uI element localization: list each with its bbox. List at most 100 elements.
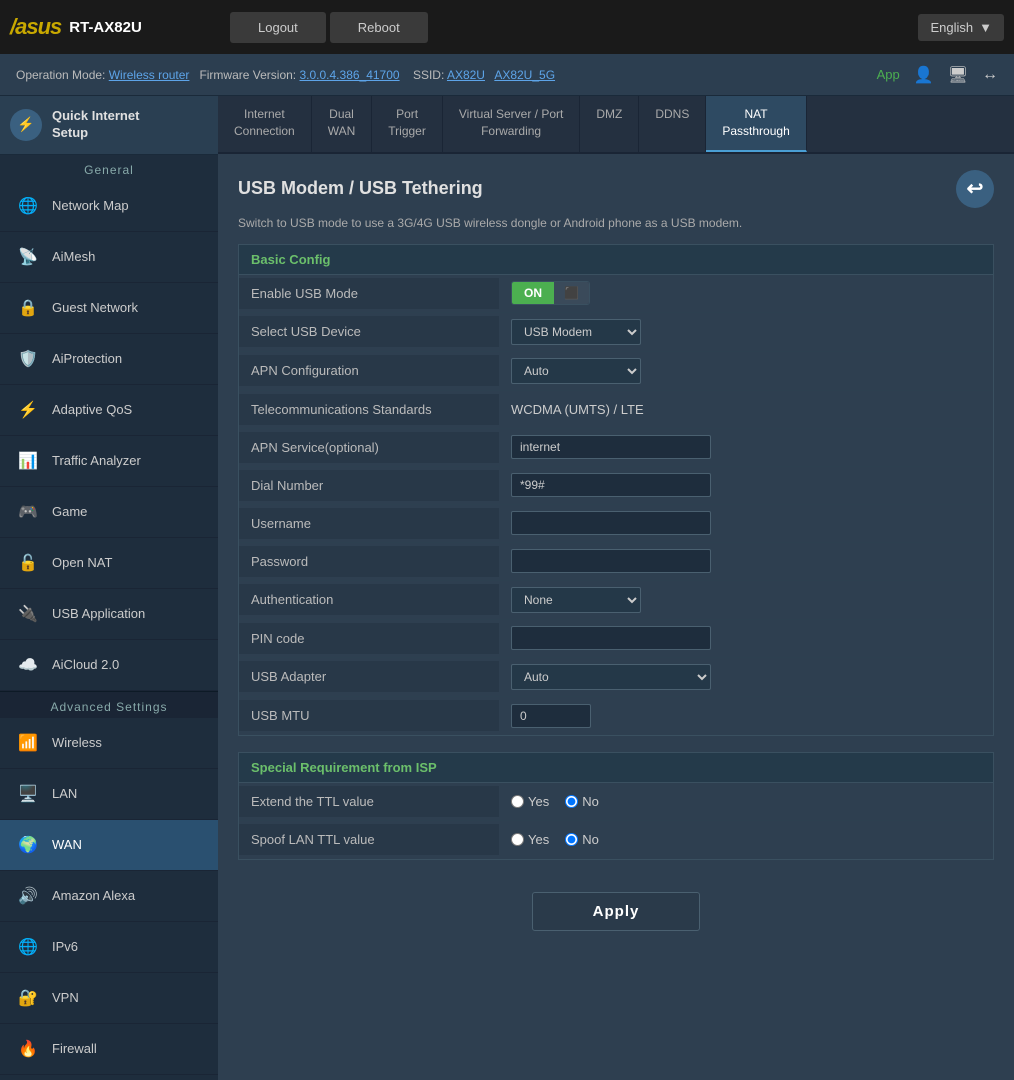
apn-service-value xyxy=(499,429,993,465)
apn-config-dropdown[interactable]: Auto Manual xyxy=(511,358,641,384)
username-value xyxy=(499,505,993,541)
sidebar-item-traffic-analyzer[interactable]: 📊 Traffic Analyzer xyxy=(0,436,218,487)
sidebar-item-wan[interactable]: 🌍 WAN xyxy=(0,820,218,871)
select-usb-device-dropdown[interactable]: USB Modem Android Phone xyxy=(511,319,641,345)
usb-adapter-dropdown[interactable]: Auto xyxy=(511,664,711,690)
sidebar-item-quick-setup[interactable]: ⚡ Quick InternetSetup xyxy=(0,96,218,155)
game-icon: 🎮 xyxy=(14,498,42,526)
sidebar-item-network-map[interactable]: 🌐 Network Map xyxy=(0,181,218,232)
sidebar-item-usb-application[interactable]: 🔌 USB Application xyxy=(0,589,218,640)
tab-ddns[interactable]: DDNS xyxy=(639,96,706,152)
sidebar-item-open-nat[interactable]: 🔓 Open NAT xyxy=(0,538,218,589)
spoof-lan-ttl-no-radio[interactable] xyxy=(565,833,578,846)
apply-button[interactable]: Apply xyxy=(532,892,701,931)
operation-mode-label: Operation Mode: xyxy=(16,68,105,82)
enable-usb-mode-label: Enable USB Mode xyxy=(239,278,499,309)
tab-virtual-server[interactable]: Virtual Server / PortForwarding xyxy=(443,96,580,152)
tab-dmz[interactable]: DMZ xyxy=(580,96,639,152)
basic-config-title: Basic Config xyxy=(239,245,993,275)
usb-mtu-input[interactable] xyxy=(511,704,591,728)
usb-adapter-row: USB Adapter Auto xyxy=(239,658,993,697)
back-button[interactable]: ↩ xyxy=(956,170,994,208)
sidebar-item-aimesh[interactable]: 📡 AiMesh xyxy=(0,232,218,283)
sidebar-item-firewall[interactable]: 🔥 Firewall xyxy=(0,1024,218,1075)
sidebar-item-wireless[interactable]: 📶 Wireless xyxy=(0,718,218,769)
sidebar-item-administration[interactable]: ⚙️ Administration xyxy=(0,1075,218,1080)
firmware-value[interactable]: 3.0.0.4.386_41700 xyxy=(299,68,399,82)
tab-dual-wan[interactable]: DualWAN xyxy=(312,96,373,152)
extend-ttl-yes-text: Yes xyxy=(528,794,549,809)
spoof-lan-ttl-no-label[interactable]: No xyxy=(565,832,599,847)
sidebar-item-aicloud[interactable]: ☁️ AiCloud 2.0 xyxy=(0,640,218,691)
logo-asus: /asus xyxy=(10,14,61,40)
username-input[interactable] xyxy=(511,511,711,535)
sidebar-item-ipv6[interactable]: 🌐 IPv6 xyxy=(0,922,218,973)
spoof-lan-ttl-yes-label[interactable]: Yes xyxy=(511,832,549,847)
reboot-button[interactable]: Reboot xyxy=(330,12,428,43)
sidebar-item-adaptive-qos[interactable]: ⚡ Adaptive QoS xyxy=(0,385,218,436)
sidebar-item-vpn[interactable]: 🔐 VPN xyxy=(0,973,218,1024)
select-usb-device-row: Select USB Device USB Modem Android Phon… xyxy=(239,313,993,352)
tab-port-trigger[interactable]: PortTrigger xyxy=(372,96,443,152)
info-bar: Operation Mode: Wireless router Firmware… xyxy=(0,54,1014,96)
traffic-analyzer-icon: 📊 xyxy=(14,447,42,475)
user-icon[interactable]: 👤 xyxy=(914,65,934,85)
sidebar-item-label: Open NAT xyxy=(52,555,112,570)
ssid-2g[interactable]: AX82U xyxy=(447,68,485,82)
extend-ttl-no-radio[interactable] xyxy=(565,795,578,808)
info-bar-left: Operation Mode: Wireless router Firmware… xyxy=(16,68,555,82)
password-input[interactable] xyxy=(511,549,711,573)
spoof-lan-ttl-yes-radio[interactable] xyxy=(511,833,524,846)
spoof-lan-ttl-radio-group: Yes No xyxy=(511,832,981,847)
ipv6-icon: 🌐 xyxy=(14,933,42,961)
quick-setup-icon: ⚡ xyxy=(10,109,42,141)
apn-service-row: APN Service(optional) xyxy=(239,429,993,467)
apn-service-input[interactable] xyxy=(511,435,711,459)
operation-mode-value[interactable]: Wireless router xyxy=(109,68,190,82)
sidebar: ⚡ Quick InternetSetup General 🌐 Network … xyxy=(0,96,218,1080)
monitor-icon[interactable]: 🖥 xyxy=(948,65,968,85)
lan-icon: 🖥️ xyxy=(14,780,42,808)
sidebar-item-game[interactable]: 🎮 Game xyxy=(0,487,218,538)
sidebar-item-aiprotection[interactable]: 🛡️ AiProtection xyxy=(0,334,218,385)
language-selector[interactable]: English ▼ xyxy=(918,14,1004,41)
spoof-lan-ttl-value: Yes No xyxy=(499,826,993,853)
network-icon[interactable]: ↔ xyxy=(982,66,998,84)
pin-code-value xyxy=(499,620,993,656)
extend-ttl-yes-radio[interactable] xyxy=(511,795,524,808)
pin-code-input[interactable] xyxy=(511,626,711,650)
vpn-icon: 🔐 xyxy=(14,984,42,1012)
sidebar-item-label: AiProtection xyxy=(52,351,122,366)
page-description: Switch to USB mode to use a 3G/4G USB wi… xyxy=(238,216,994,230)
logout-button[interactable]: Logout xyxy=(230,12,326,43)
extend-ttl-yes-label[interactable]: Yes xyxy=(511,794,549,809)
sidebar-item-amazon-alexa[interactable]: 🔊 Amazon Alexa xyxy=(0,871,218,922)
extend-ttl-no-label[interactable]: No xyxy=(565,794,599,809)
open-nat-icon: 🔓 xyxy=(14,549,42,577)
telecom-standards-label: Telecommunications Standards xyxy=(239,394,499,425)
enable-usb-mode-row: Enable USB Mode ON ⬛ xyxy=(239,275,993,313)
ssid-5g[interactable]: AX82U_5G xyxy=(494,68,555,82)
app-label[interactable]: App xyxy=(877,67,900,82)
guest-network-icon: 🔒 xyxy=(14,294,42,322)
dial-number-label: Dial Number xyxy=(239,470,499,501)
dial-number-input[interactable] xyxy=(511,473,711,497)
tab-nat-passthrough[interactable]: NATPassthrough xyxy=(706,96,806,152)
pin-code-row: PIN code xyxy=(239,620,993,658)
sidebar-item-label: USB Application xyxy=(52,606,145,621)
sidebar-item-guest-network[interactable]: 🔒 Guest Network xyxy=(0,283,218,334)
content-area: InternetConnection DualWAN PortTrigger V… xyxy=(218,96,1014,1080)
sidebar-item-lan[interactable]: 🖥️ LAN xyxy=(0,769,218,820)
usb-mode-toggle[interactable]: ON ⬛ xyxy=(511,281,590,305)
tab-internet-connection[interactable]: InternetConnection xyxy=(218,96,312,152)
sidebar-item-label: Wireless xyxy=(52,735,102,750)
toggle-on-label: ON xyxy=(512,282,554,304)
sidebar-item-label: IPv6 xyxy=(52,939,78,954)
apn-config-value: Auto Manual xyxy=(499,352,993,390)
sidebar-item-label: LAN xyxy=(52,786,77,801)
aicloud-icon: ☁️ xyxy=(14,651,42,679)
sidebar-item-label: Guest Network xyxy=(52,300,138,315)
authentication-dropdown[interactable]: None PAP CHAP xyxy=(511,587,641,613)
page-title-area: USB Modem / USB Tethering ↩ xyxy=(238,170,994,208)
basic-config-section: Basic Config Enable USB Mode ON ⬛ Select… xyxy=(238,244,994,736)
